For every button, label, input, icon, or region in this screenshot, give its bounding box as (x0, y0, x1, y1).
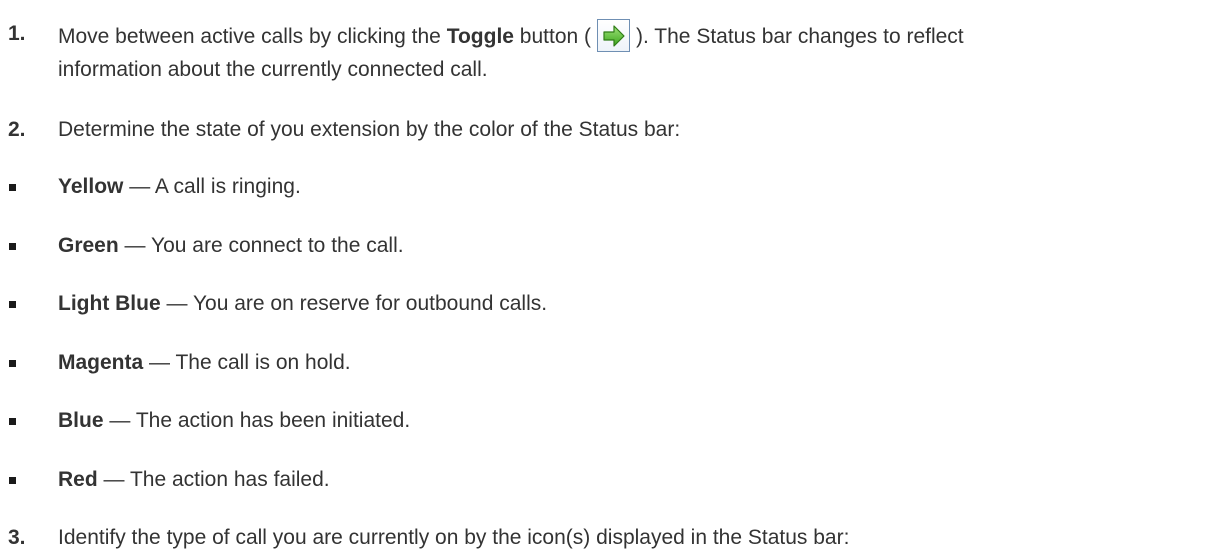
step-text: information about the currently connecte… (58, 58, 488, 81)
dash: — (97, 468, 130, 491)
toggle-label: Toggle (446, 25, 514, 49)
state-description: The call is on hold. (175, 351, 351, 374)
bullet-icon (9, 360, 16, 367)
bullet-icon (9, 301, 16, 308)
dash: — (118, 234, 151, 257)
list-item-text: Light Blue — You are on reserve for outb… (58, 291, 547, 317)
dash: — (123, 175, 155, 198)
list-item-text: Blue — The action has been initiated. (58, 408, 410, 434)
list-item-text: Yellow — A call is ringing. (58, 174, 301, 200)
state-color: Light Blue (58, 292, 161, 315)
state-color: Red (58, 468, 98, 491)
step-text-part: Move between active calls by clicking th… (58, 25, 447, 49)
state-description: You are connect to the call. (151, 234, 404, 257)
state-color: Yellow (58, 175, 124, 198)
list-item-text: Green — You are connect to the call. (58, 233, 404, 259)
state-description: You are on reserve for outbound calls. (192, 292, 548, 315)
bullet-icon (9, 243, 16, 250)
dash: — (143, 351, 176, 374)
step-text-part: ). The Status bar changes to reflect (636, 25, 964, 49)
state-description: The action has failed. (129, 468, 330, 491)
state-description: A call is ringing. (154, 175, 301, 198)
step-number: 1. (8, 22, 26, 45)
dash: — (103, 409, 136, 432)
state-color: Green (58, 234, 119, 257)
step-number: 2. (8, 118, 26, 141)
list-item-text: Red — The action has failed. (58, 467, 330, 493)
state-color: Magenta (58, 351, 144, 374)
bullet-icon (9, 184, 16, 191)
toggle-button[interactable] (597, 19, 631, 52)
step-text: Move between active calls by clicking th… (58, 19, 964, 54)
state-description: The action has been initiated. (135, 409, 411, 432)
step-number: 3. (8, 526, 26, 549)
step-text: Determine the state of you extension by … (58, 118, 681, 141)
bullet-icon (9, 477, 16, 484)
green-right-arrow-icon (603, 25, 625, 47)
state-color: Blue (58, 409, 104, 432)
dash: — (160, 292, 193, 315)
step-text-part: button ( (513, 25, 592, 49)
step-text: Identify the type of call you are curren… (58, 526, 850, 549)
bullet-icon (9, 418, 16, 425)
list-item-text: Magenta — The call is on hold. (58, 350, 351, 376)
